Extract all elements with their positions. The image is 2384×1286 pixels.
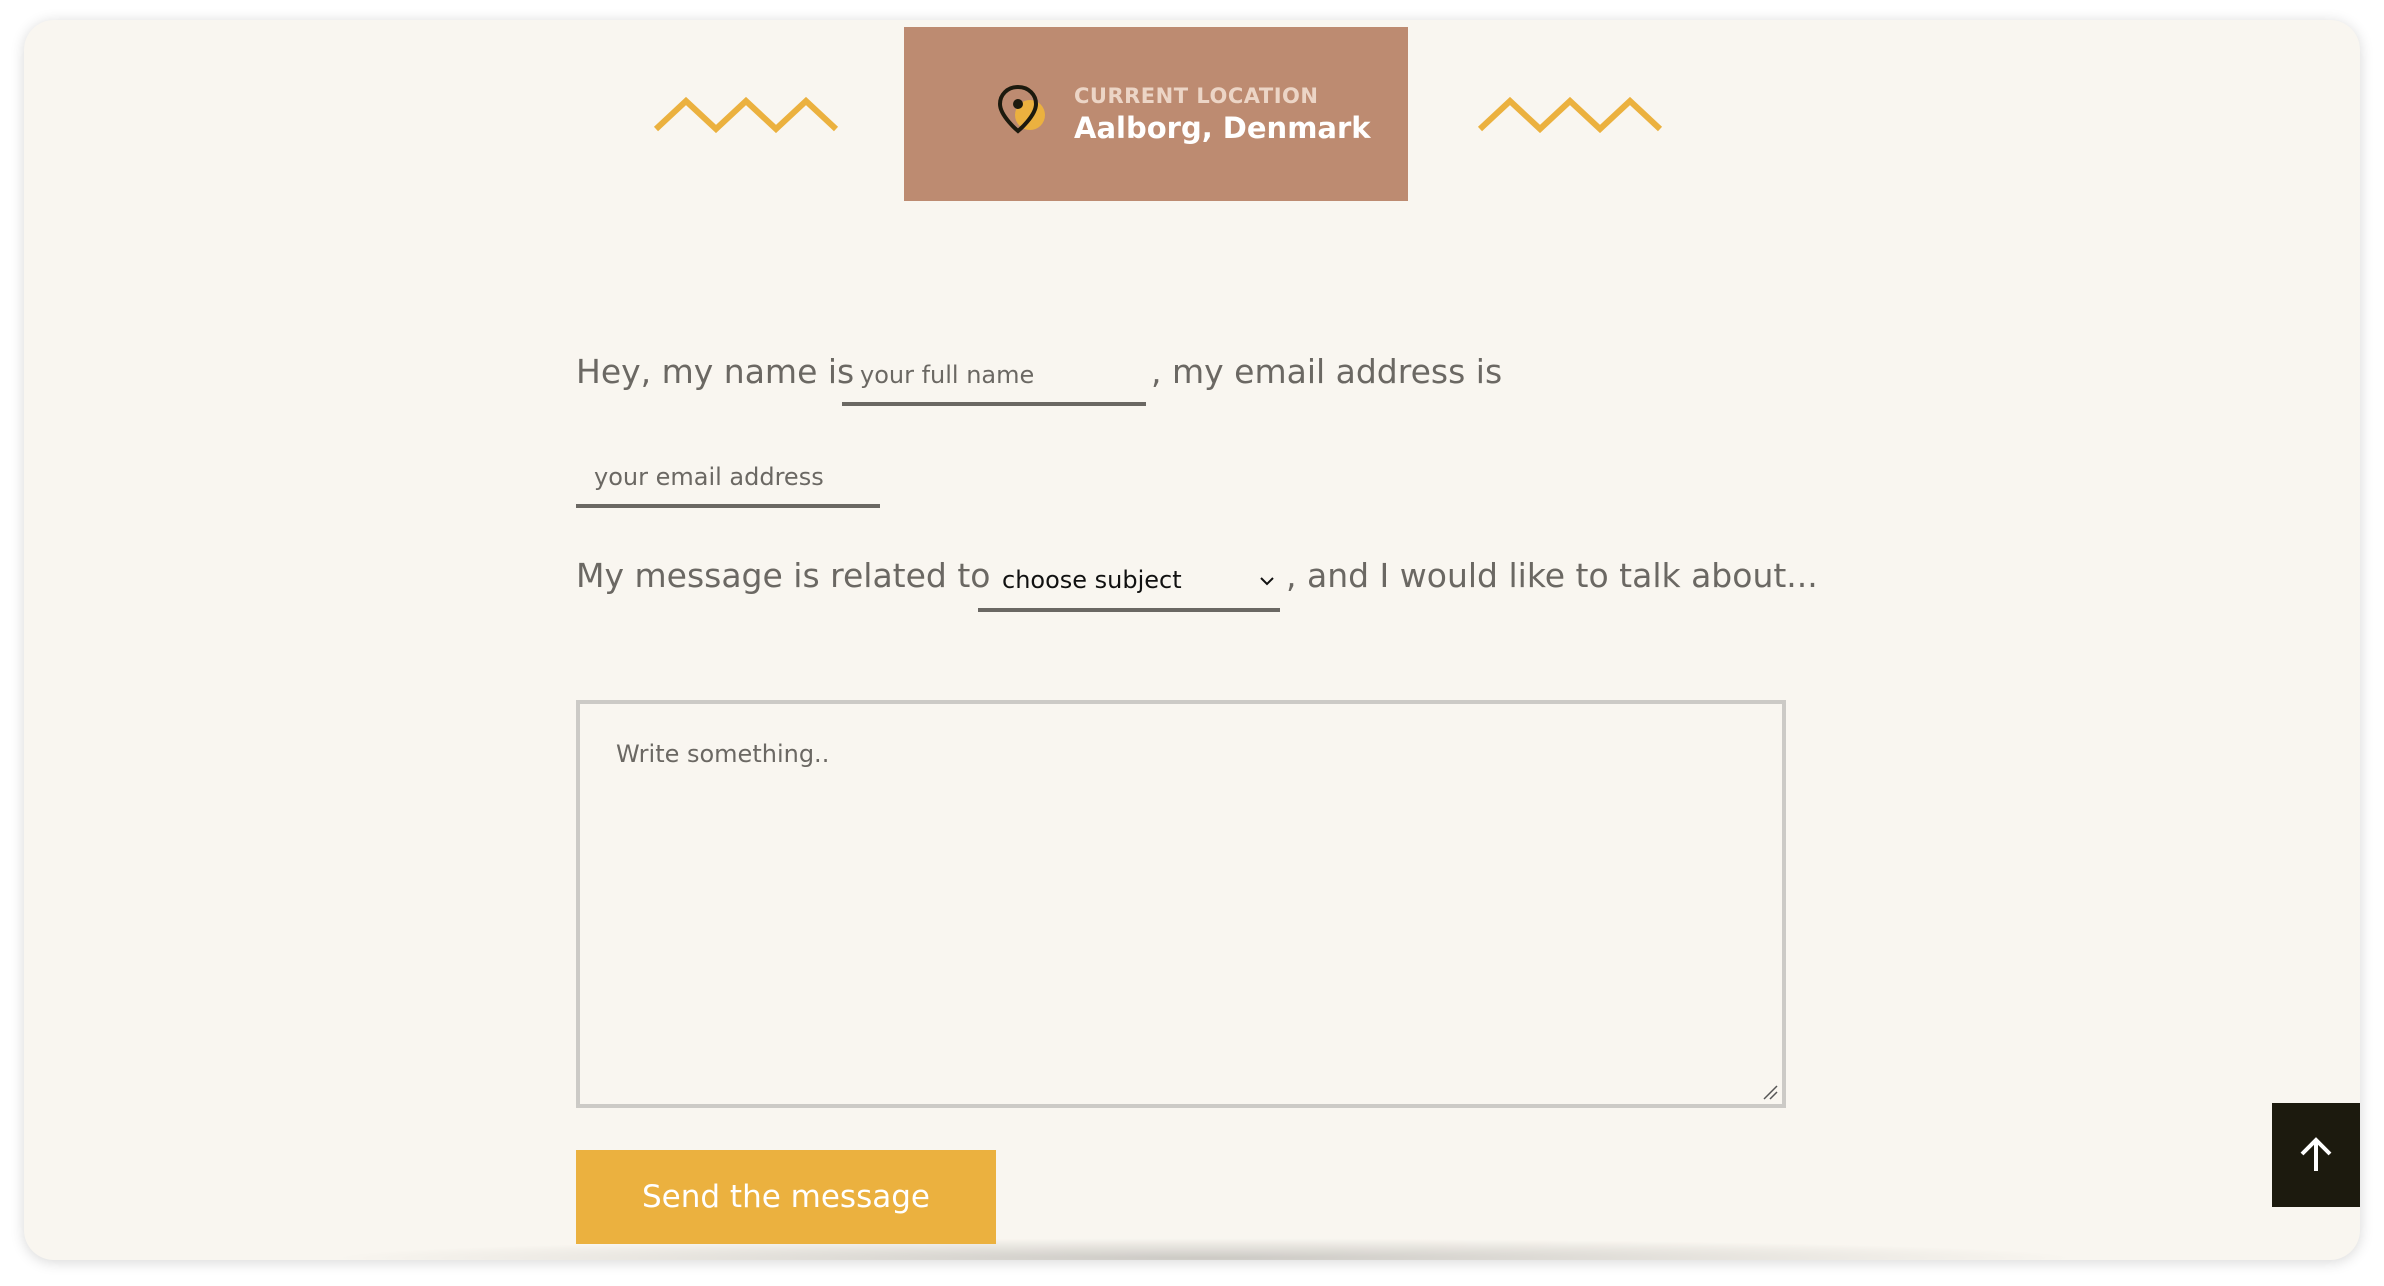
location-city: Aalborg, Denmark	[1074, 111, 1371, 145]
zigzag-decoration-left	[654, 96, 838, 133]
name-intro-label: Hey, my name is	[576, 352, 855, 391]
subject-select[interactable]: choose subject	[978, 552, 1280, 612]
arrow-up-icon	[2300, 1137, 2332, 1171]
subject-intro-label: My message is related to	[576, 556, 991, 595]
send-message-button[interactable]: Send the message	[576, 1150, 996, 1244]
zigzag-decoration-right	[1478, 96, 1662, 133]
location-subtitle: CURRENT LOCATION	[1074, 84, 1319, 108]
resize-grip-icon[interactable]	[1762, 1084, 1778, 1100]
current-location-card: CURRENT LOCATION Aalborg, Denmark	[904, 27, 1408, 201]
email-address-input[interactable]	[576, 450, 880, 508]
email-intro-label: , my email address is	[1151, 352, 1503, 391]
full-name-input[interactable]	[842, 348, 1146, 406]
subject-outro-label: , and I would like to talk about...	[1286, 556, 1818, 595]
subject-select-value: choose subject	[1002, 566, 1182, 594]
page-frame: CURRENT LOCATION Aalborg, Denmark Hey, m…	[24, 20, 2360, 1260]
location-pin-icon	[997, 84, 1045, 134]
scroll-to-top-button[interactable]	[2272, 1103, 2360, 1207]
message-textarea[interactable]	[576, 700, 1786, 1108]
chevron-down-icon	[1260, 577, 1274, 586]
